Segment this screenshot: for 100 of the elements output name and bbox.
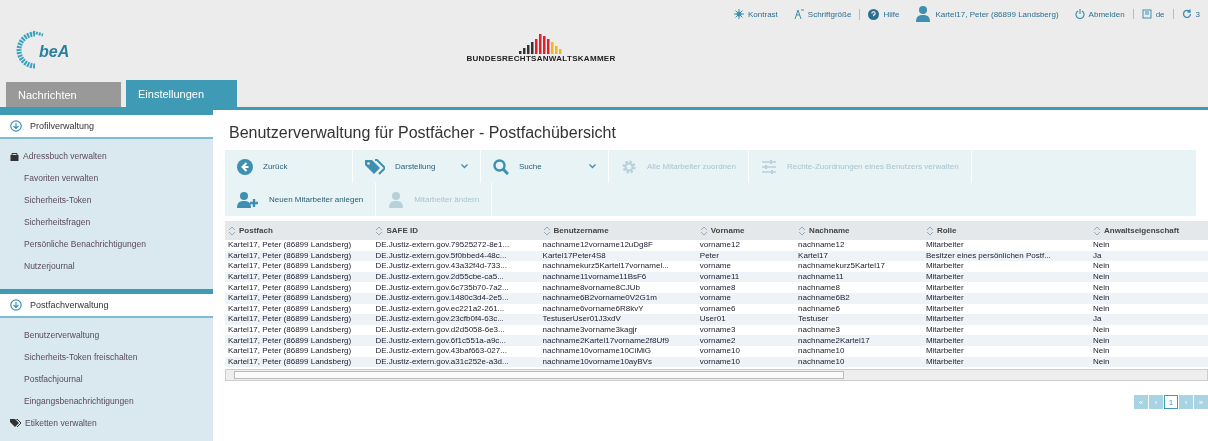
table-cell: Kartel17, Peter (86899 Landsberg) <box>225 261 373 272</box>
column-header[interactable]: Vorname <box>696 221 796 240</box>
table-cell: vorname <box>696 292 796 304</box>
sidebar-item[interactable]: Sicherheits-Token <box>0 189 213 211</box>
table-cell: Nein <box>1090 356 1208 368</box>
sliders-icon <box>760 158 777 175</box>
sidebar-item[interactable]: Benutzerverwaltung <box>0 324 213 346</box>
column-header[interactable]: Rolle <box>922 221 1090 240</box>
toolbar-button[interactable]: Darstellung <box>353 150 481 183</box>
toolbar-button[interactable]: Neuen Mitarbeiter anlegen <box>225 183 377 216</box>
top-bar-item[interactable]: Kontrast <box>726 9 786 19</box>
table-cell: vorname3 <box>696 324 796 336</box>
sidebar-item[interactable]: Nutzerjournal <box>0 255 213 277</box>
table-cell: Kartel17, Peter (86899 Landsberg) <box>225 324 373 336</box>
table-cell: nachnamekurz5Kartel17 <box>795 261 923 272</box>
table-cell: vorname2 <box>696 335 796 346</box>
table-cell: DE.Justiz-extern.gov.79525272-8e1... <box>372 240 540 251</box>
column-header[interactable]: SAFE ID <box>372 221 540 240</box>
collapse-icon <box>10 299 22 311</box>
table-cell: nachname6 <box>795 303 923 315</box>
table-cell: Mitarbeiter <box>922 240 1090 251</box>
column-header[interactable]: Postfach <box>225 221 373 240</box>
top-bar-item[interactable]: Kartel17, Peter (86899 Landsberg) <box>907 6 1067 22</box>
table-cell: vorname <box>696 261 796 272</box>
refresh-icon <box>1181 9 1192 19</box>
sidebar-item[interactable]: Sicherheitsfragen <box>0 211 213 233</box>
sidebar-item[interactable]: Eingangsbenachrichtigungen <box>0 390 213 412</box>
table-cell: Nein <box>1090 271 1208 283</box>
toolbar-button[interactable]: Suche <box>481 150 609 183</box>
table-cell: Mitarbeiter <box>922 345 1090 357</box>
table-cell: TestuserUser01J3xdV <box>539 314 697 325</box>
scrollbar[interactable] <box>225 369 1208 382</box>
table-cell: nachname8vorname8CJUb <box>539 282 697 293</box>
sort-icon <box>926 225 933 236</box>
toolbar-button[interactable]: Zurück <box>225 150 353 183</box>
table-cell: nachname10 <box>795 345 923 357</box>
column-header[interactable]: Nachname <box>795 221 923 240</box>
table-cell: Mitarbeiter <box>922 292 1090 304</box>
table-cell: DE.Justiz-extern.gov.d2d5058-6e3... <box>372 324 540 336</box>
table-cell: Mitarbeiter <box>922 314 1090 325</box>
table-cell: User01 <box>696 314 796 325</box>
table-cell: Ja <box>1090 250 1208 262</box>
page-button[interactable]: 1 <box>1164 395 1178 410</box>
top-bar-item[interactable]: Abmelden <box>1066 9 1133 19</box>
top-bar-item[interactable]: Hilfe <box>859 8 908 20</box>
table-cell: nachnamekurz5Kartel17vornamel... <box>539 261 697 272</box>
table-cell: Kartel17, Peter (86899 Landsberg) <box>225 292 373 304</box>
sort-icon <box>229 225 235 236</box>
table-cell: DE.Justiz-extern.gov.5f0bbed4-48c... <box>372 250 540 262</box>
sidebar-item[interactable]: Postfachjournal <box>0 368 213 390</box>
user-icon <box>388 191 405 208</box>
font-size-icon <box>793 9 804 19</box>
table-cell: nachname2Kartel17 <box>795 335 923 346</box>
table-cell: Nein <box>1090 240 1208 251</box>
add-user-icon <box>237 191 259 208</box>
table-cell: vorname10 <box>696 345 796 357</box>
caret-icon <box>589 164 596 169</box>
sidebar-item[interactable]: Adressbuch verwalten <box>0 145 213 167</box>
sun-icon <box>734 9 744 19</box>
table-cell: Kartel17, Peter (86899 Landsberg) <box>225 271 373 283</box>
collapse-icon <box>10 120 22 132</box>
table-cell: DE.Justiz-extern.gov.23cfb0f4-63c... <box>372 314 540 325</box>
sidebar-item[interactable]: Favoriten verwalten <box>0 167 213 189</box>
table-cell: Kartel17, Peter (86899 Landsberg) <box>225 303 373 315</box>
table-cell: Kartel17, Peter (86899 Landsberg) <box>225 282 373 293</box>
table-cell: Kartel17, Peter (86899 Landsberg) <box>225 335 373 346</box>
table-cell: Kartel17 <box>795 250 923 262</box>
section-header[interactable]: Postfachverwaltung <box>0 289 213 318</box>
table-cell: Mitarbeiter <box>922 282 1090 293</box>
table-cell: Mitarbeiter <box>922 303 1090 315</box>
table-cell: Nein <box>1090 292 1208 304</box>
section-header[interactable]: Profilverwaltung <box>0 110 213 139</box>
sidebar-item[interactable]: Etiketten verwalten <box>0 412 213 434</box>
power-icon <box>1074 9 1085 19</box>
table-cell: DE.Justiz-extern.gov.43baf663-027... <box>372 345 540 357</box>
caret-icon <box>461 164 468 169</box>
column-header[interactable]: Benutzername <box>539 221 697 240</box>
table-cell: Kartel17, Peter (86899 Landsberg) <box>225 314 373 325</box>
table-cell: Testuser <box>795 314 923 325</box>
user-icon <box>915 6 932 22</box>
sort-icon <box>799 225 806 236</box>
table-cell: nachname10vorname10ayBVs <box>539 356 697 368</box>
help-icon <box>868 8 880 20</box>
column-header[interactable]: Anwaltseigenschaft <box>1090 221 1208 240</box>
table-cell: nachname12vorname12uDg8F <box>539 240 697 251</box>
page-title: Benutzerverwaltung für Postfächer - Postfachübersicht <box>229 124 617 142</box>
table-cell: nachname3vorname3kagjr <box>539 324 697 336</box>
table-cell: nachname8 <box>795 282 923 293</box>
table-cell: nachname10 <box>795 356 923 368</box>
table-cell: Nein <box>1090 261 1208 272</box>
sidebar-item[interactable]: Persönliche Benachrichtigungen <box>0 233 213 255</box>
table-cell: Mitarbeiter <box>922 261 1090 272</box>
table-cell: DE.Justiz-extern.gov.6c735b70-7a2... <box>372 282 540 293</box>
sidebar-item[interactable]: Sicherheits-Token freischalten <box>0 346 213 368</box>
sort-icon <box>700 225 707 236</box>
table-cell: vorname12 <box>696 240 796 251</box>
top-bar-item[interactable]: de <box>1132 9 1173 19</box>
top-bar-item[interactable]: 3 <box>1172 9 1208 19</box>
top-bar-item[interactable]: Schriftgröße <box>785 9 860 19</box>
sort-icon <box>376 225 383 236</box>
